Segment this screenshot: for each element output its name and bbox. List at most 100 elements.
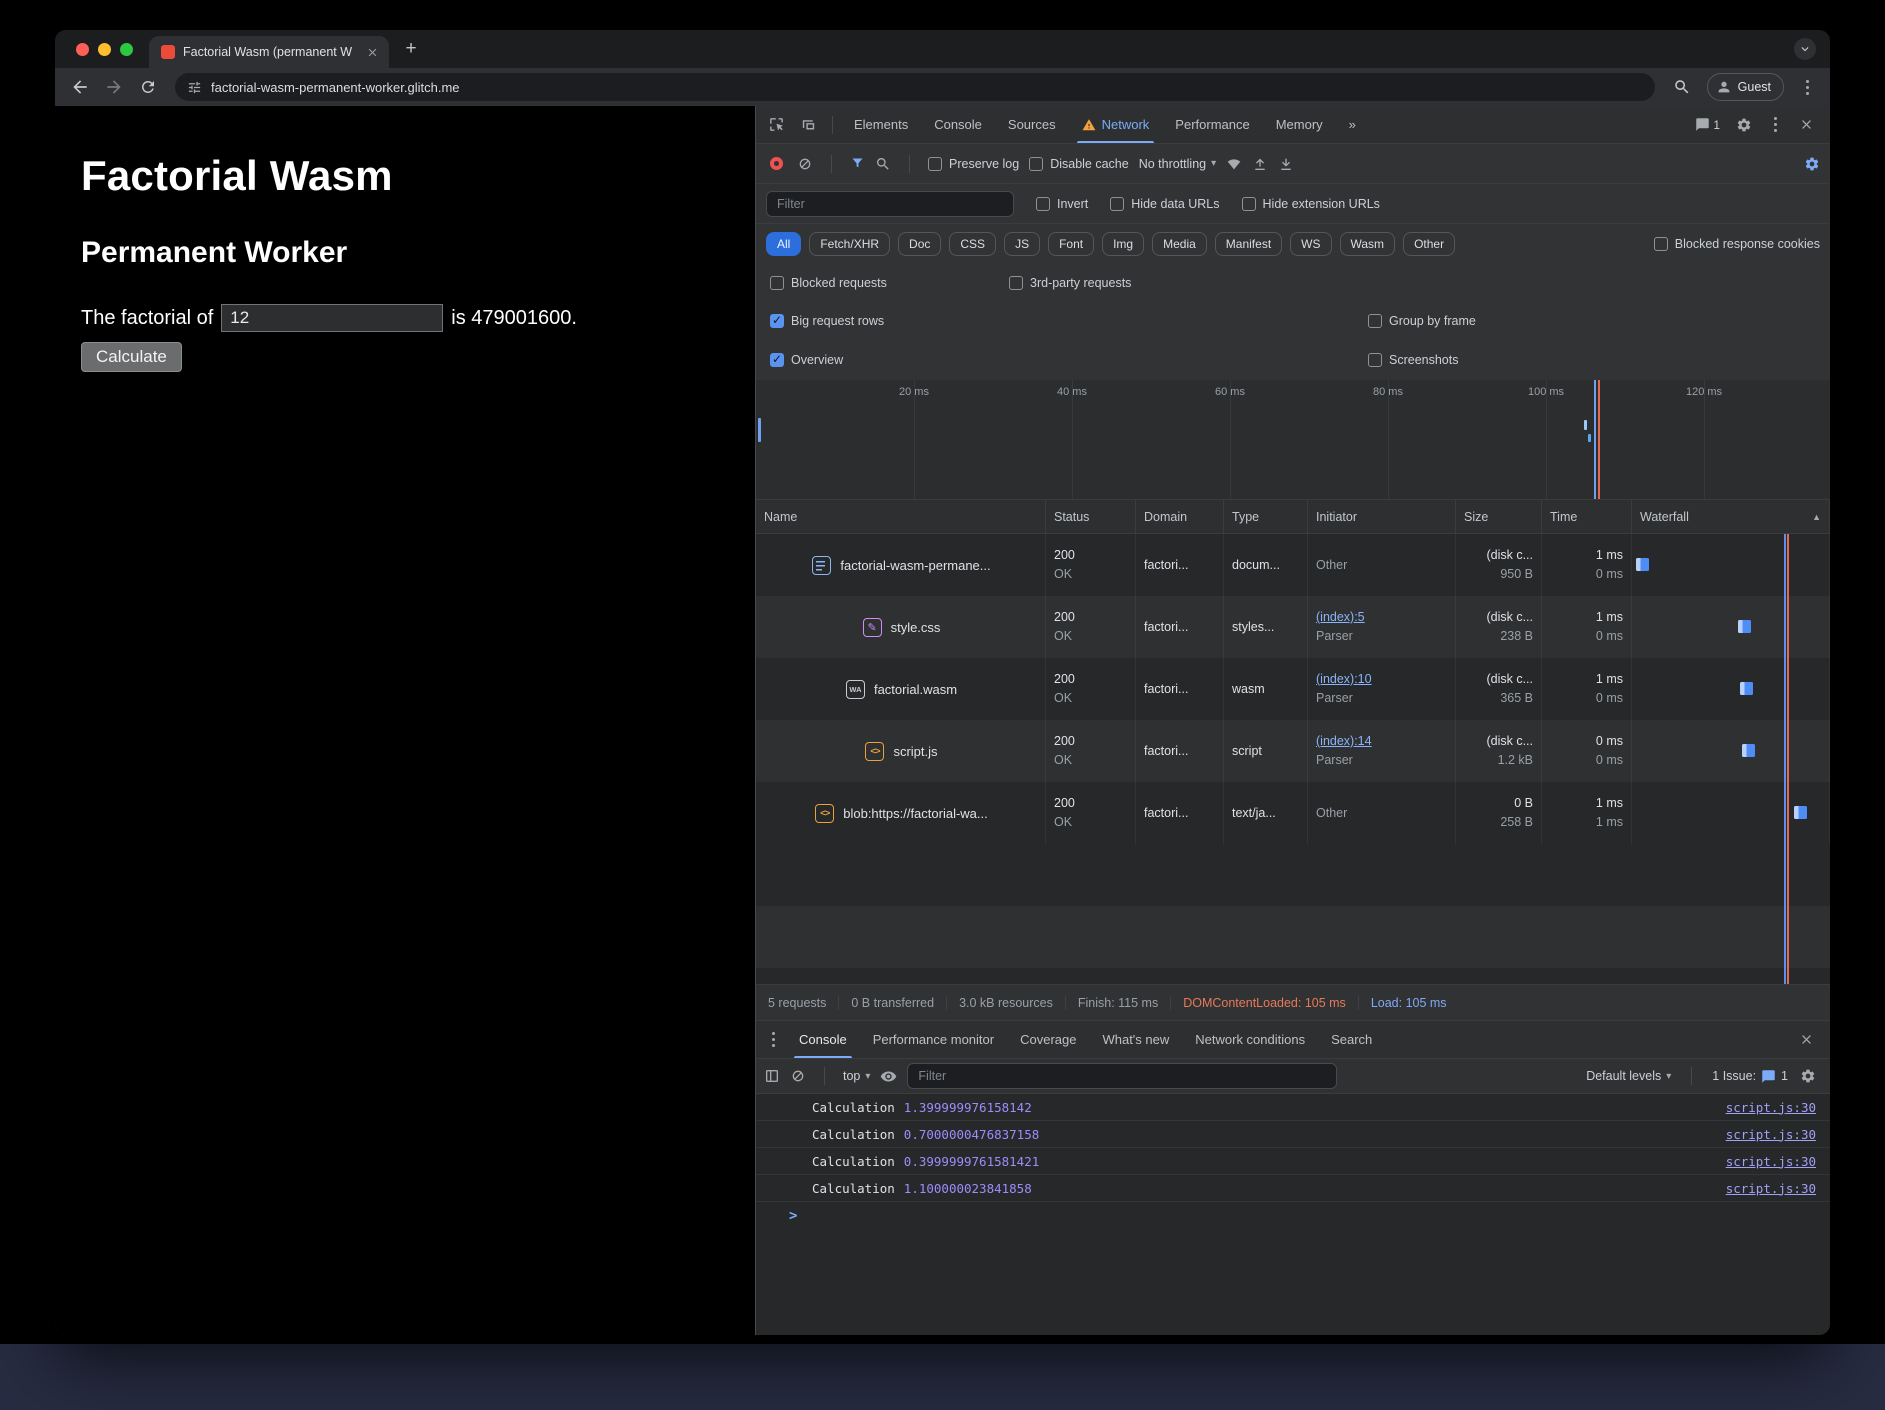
zoom-icon[interactable] bbox=[1667, 72, 1697, 102]
drawer-close-icon[interactable] bbox=[1790, 1032, 1822, 1047]
third-party-requests-checkbox[interactable] bbox=[1009, 276, 1023, 290]
clear-console-icon[interactable] bbox=[790, 1068, 806, 1084]
devtools-settings-icon[interactable] bbox=[1728, 117, 1760, 133]
console-source-link[interactable]: script.js:30 bbox=[1726, 1181, 1816, 1196]
log-levels-dropdown[interactable]: Default levels ▾ bbox=[1586, 1069, 1671, 1083]
reload-button[interactable] bbox=[133, 72, 163, 102]
execution-context-dropdown[interactable]: top ▾ bbox=[843, 1069, 870, 1083]
drawer-tab-coverage[interactable]: Coverage bbox=[1007, 1021, 1089, 1058]
devtools-menu-button[interactable] bbox=[1762, 112, 1788, 138]
column-name[interactable]: Name bbox=[756, 500, 1046, 533]
close-window-button[interactable] bbox=[76, 43, 89, 56]
column-initiator[interactable]: Initiator bbox=[1308, 500, 1456, 533]
column-status[interactable]: Status bbox=[1046, 500, 1136, 533]
big-request-rows-checkbox[interactable] bbox=[770, 314, 784, 328]
tab-sources[interactable]: Sources bbox=[995, 106, 1069, 143]
drawer-tab-search[interactable]: Search bbox=[1318, 1021, 1385, 1058]
blocked-requests-checkbox[interactable] bbox=[770, 276, 784, 290]
drawer-tab-console[interactable]: Console bbox=[786, 1021, 860, 1058]
address-bar[interactable]: factorial-wasm-permanent-worker.glitch.m… bbox=[175, 73, 1655, 101]
network-filter-input[interactable] bbox=[766, 191, 1014, 217]
chip-ws[interactable]: WS bbox=[1290, 232, 1331, 256]
throttling-dropdown[interactable]: No throttling ▾ bbox=[1139, 157, 1216, 171]
chip-fetch-xhr[interactable]: Fetch/XHR bbox=[809, 232, 890, 256]
chip-media[interactable]: Media bbox=[1152, 232, 1207, 256]
console-settings-icon[interactable] bbox=[1800, 1068, 1816, 1084]
table-row[interactable]: <>script.js 200OK factori... script (ind… bbox=[756, 720, 1830, 782]
drawer-tab-network-conditions[interactable]: Network conditions bbox=[1182, 1021, 1318, 1058]
issues-counter[interactable]: 1 Issue: 1 bbox=[1712, 1069, 1788, 1084]
factorial-input[interactable] bbox=[221, 304, 443, 332]
tab-search-button[interactable] bbox=[1794, 38, 1816, 60]
preserve-log-checkbox[interactable] bbox=[928, 157, 942, 171]
site-settings-icon[interactable] bbox=[187, 80, 202, 95]
chip-doc[interactable]: Doc bbox=[898, 232, 941, 256]
record-network-log-button[interactable] bbox=[770, 157, 783, 170]
hide-extension-urls-checkbox[interactable] bbox=[1242, 197, 1256, 211]
initiator-link[interactable]: (index):14 bbox=[1316, 732, 1447, 751]
issues-counter[interactable]: 1 bbox=[1689, 117, 1726, 132]
clear-network-log-icon[interactable] bbox=[797, 156, 813, 172]
chip-js[interactable]: JS bbox=[1004, 232, 1040, 256]
inspect-element-icon[interactable] bbox=[760, 106, 792, 143]
console-filter-input[interactable] bbox=[907, 1063, 1337, 1089]
console-prompt[interactable]: > bbox=[756, 1202, 1830, 1229]
drawer-menu-button[interactable] bbox=[760, 1027, 786, 1053]
export-har-icon[interactable] bbox=[1278, 156, 1294, 172]
column-type[interactable]: Type bbox=[1224, 500, 1308, 533]
console-sidebar-icon[interactable] bbox=[764, 1068, 780, 1084]
tab-elements[interactable]: Elements bbox=[841, 106, 921, 143]
browser-tab[interactable]: Factorial Wasm (permanent W bbox=[149, 36, 389, 68]
chip-manifest[interactable]: Manifest bbox=[1215, 232, 1282, 256]
forward-button[interactable] bbox=[99, 72, 129, 102]
initiator-link[interactable]: (index):10 bbox=[1316, 670, 1447, 689]
column-domain[interactable]: Domain bbox=[1136, 500, 1224, 533]
search-icon[interactable] bbox=[875, 156, 891, 172]
drawer-tab-whats-new[interactable]: What's new bbox=[1089, 1021, 1182, 1058]
chip-other[interactable]: Other bbox=[1403, 232, 1455, 256]
column-waterfall[interactable]: Waterfall ▲ bbox=[1632, 500, 1830, 533]
overview-checkbox[interactable] bbox=[770, 353, 784, 367]
new-tab-button[interactable]: + bbox=[399, 37, 423, 61]
invert-checkbox[interactable] bbox=[1036, 197, 1050, 211]
table-row[interactable]: <>blob:https://factorial-wa... 200OK fac… bbox=[756, 782, 1830, 844]
filter-icon[interactable] bbox=[850, 156, 865, 171]
tab-console[interactable]: Console bbox=[921, 106, 995, 143]
table-row[interactable]: WAfactorial.wasm 200OK factori... wasm (… bbox=[756, 658, 1830, 720]
tab-memory[interactable]: Memory bbox=[1263, 106, 1336, 143]
group-by-frame-checkbox[interactable] bbox=[1368, 314, 1382, 328]
chip-css[interactable]: CSS bbox=[949, 232, 996, 256]
minimize-window-button[interactable] bbox=[98, 43, 111, 56]
devtools-close-icon[interactable] bbox=[1790, 117, 1822, 132]
device-toolbar-icon[interactable] bbox=[792, 106, 824, 143]
network-conditions-icon[interactable] bbox=[1226, 156, 1242, 172]
table-row[interactable]: factorial-wasm-permane... 200OK factori.… bbox=[756, 534, 1830, 596]
column-size[interactable]: Size bbox=[1456, 500, 1542, 533]
blocked-response-cookies-checkbox[interactable] bbox=[1654, 237, 1668, 251]
console-source-link[interactable]: script.js:30 bbox=[1726, 1100, 1816, 1115]
eye-icon[interactable] bbox=[880, 1068, 897, 1085]
disable-cache-checkbox[interactable] bbox=[1029, 157, 1043, 171]
calculate-button[interactable]: Calculate bbox=[81, 342, 182, 372]
column-time[interactable]: Time bbox=[1542, 500, 1632, 533]
hide-data-urls-checkbox[interactable] bbox=[1110, 197, 1124, 211]
tab-close-icon[interactable] bbox=[363, 43, 381, 61]
tab-performance[interactable]: Performance bbox=[1162, 106, 1262, 143]
initiator-link[interactable]: (index):5 bbox=[1316, 608, 1447, 627]
profile-button[interactable]: Guest bbox=[1707, 73, 1784, 101]
chip-font[interactable]: Font bbox=[1048, 232, 1094, 256]
network-settings-icon[interactable] bbox=[1804, 156, 1820, 172]
screenshots-checkbox[interactable] bbox=[1368, 353, 1382, 367]
browser-menu-button[interactable] bbox=[1794, 74, 1820, 100]
chip-all[interactable]: All bbox=[766, 232, 801, 256]
tab-network[interactable]: Network bbox=[1069, 106, 1163, 143]
url-text[interactable]: factorial-wasm-permanent-worker.glitch.m… bbox=[211, 80, 460, 95]
console-source-link[interactable]: script.js:30 bbox=[1726, 1127, 1816, 1142]
fullscreen-window-button[interactable] bbox=[120, 43, 133, 56]
console-source-link[interactable]: script.js:30 bbox=[1726, 1154, 1816, 1169]
back-button[interactable] bbox=[65, 72, 95, 102]
table-row[interactable]: ✎style.css 200OK factori... styles... (i… bbox=[756, 596, 1830, 658]
more-tabs-button[interactable]: » bbox=[1336, 106, 1369, 143]
network-overview-timeline[interactable]: 20 ms 40 ms 60 ms 80 ms 100 ms 120 ms 14… bbox=[756, 380, 1830, 500]
chip-wasm[interactable]: Wasm bbox=[1340, 232, 1396, 256]
